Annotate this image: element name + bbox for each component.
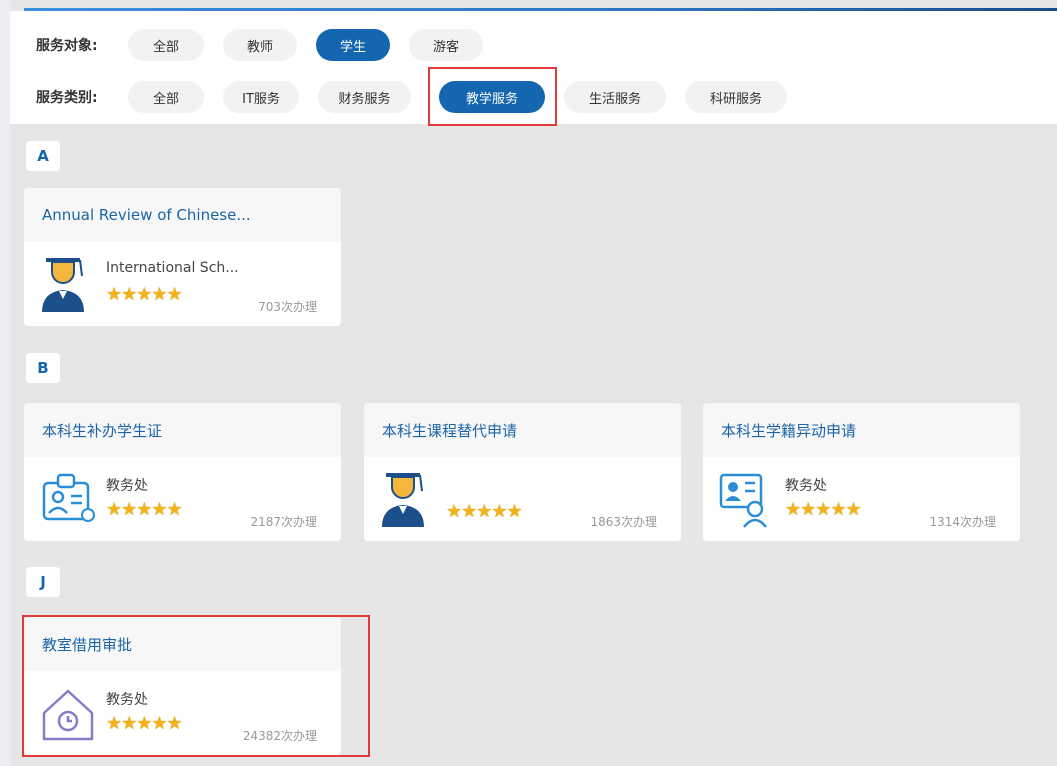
usage-count: 1863次办理 <box>590 515 657 529</box>
audience-filter-label: 服务对象: <box>36 38 98 54</box>
graduate-icon <box>382 473 424 527</box>
card-title[interactable]: 本科生补办学生证 <box>24 403 341 457</box>
card-department: International Sch... <box>106 260 239 276</box>
service-card-status-change[interactable]: 本科生学籍异动申请 教务处 ★★★★★ 1314次办理 <box>703 403 1020 541</box>
usage-count: 1314次办理 <box>929 515 996 529</box>
card-title[interactable]: Annual Review of Chinese... <box>24 188 341 242</box>
left-edge-strip <box>0 0 10 766</box>
graduate-icon <box>42 258 84 312</box>
category-option-research[interactable]: 科研服务 <box>685 81 787 113</box>
card-body: ★★★★★ 1863次办理 <box>364 457 681 541</box>
category-option-all[interactable]: 全部 <box>128 81 204 113</box>
profile-card-icon <box>719 473 767 528</box>
category-filter-label: 服务类别: <box>36 90 98 106</box>
service-card-course-substitution[interactable]: 本科生课程替代申请 ★★★★★ 1863次办理 <box>364 403 681 541</box>
service-card-annual-review[interactable]: Annual Review of Chinese... Internationa… <box>24 188 341 326</box>
card-department: 教务处 <box>785 478 827 494</box>
group-letter-b: B <box>26 353 60 383</box>
audience-option-student[interactable]: 学生 <box>316 29 390 61</box>
category-option-finance[interactable]: 财务服务 <box>318 81 411 113</box>
audience-filter-row: 服务对象: 全部 教师 学生 游客 <box>36 29 502 61</box>
usage-count: 2187次办理 <box>250 515 317 529</box>
audience-option-teacher[interactable]: 教师 <box>223 29 297 61</box>
category-filter-row: 服务类别: 全部 IT服务 财务服务 教学服务 生活服务 科研服务 <box>36 81 806 113</box>
audience-option-visitor[interactable]: 游客 <box>409 29 483 61</box>
service-card-replace-student-id[interactable]: 本科生补办学生证 教务处 ★★★★★ 2187次办理 <box>24 403 341 541</box>
card-title[interactable]: 教室借用审批 <box>24 617 341 671</box>
card-body: 教务处 ★★★★★ 2187次办理 <box>24 457 341 541</box>
star-rating: ★★★★★ <box>106 284 183 305</box>
star-rating: ★★★★★ <box>785 499 862 520</box>
audience-option-all[interactable]: 全部 <box>128 29 204 61</box>
card-body: 教务处 ★★★★★ 1314次办理 <box>703 457 1020 541</box>
card-department: 教务处 <box>106 692 148 708</box>
star-rating: ★★★★★ <box>106 713 183 734</box>
service-card-classroom-borrow[interactable]: 教室借用审批 教务处 ★★★★★ 24382次办理 <box>24 617 341 755</box>
group-letter-j: J <box>26 567 60 597</box>
card-title[interactable]: 本科生课程替代申请 <box>364 403 681 457</box>
category-option-it[interactable]: IT服务 <box>223 81 299 113</box>
star-rating: ★★★★★ <box>106 499 183 520</box>
student-id-icon <box>42 473 95 522</box>
card-department: 教务处 <box>106 478 148 494</box>
usage-count: 24382次办理 <box>242 729 317 743</box>
filter-panel: 服务对象: 全部 教师 学生 游客 服务类别: 全部 IT服务 财务服务 教学服… <box>10 11 1057 124</box>
star-rating: ★★★★★ <box>446 501 523 522</box>
group-letter-a: A <box>26 141 60 171</box>
category-option-life[interactable]: 生活服务 <box>564 81 666 113</box>
house-clock-icon <box>42 689 94 741</box>
usage-count: 703次办理 <box>258 300 317 314</box>
card-body: 教务处 ★★★★★ 24382次办理 <box>24 671 341 755</box>
card-body: International Sch... ★★★★★ 703次办理 <box>24 242 341 326</box>
card-title[interactable]: 本科生学籍异动申请 <box>703 403 1020 457</box>
category-option-teaching[interactable]: 教学服务 <box>439 81 545 113</box>
